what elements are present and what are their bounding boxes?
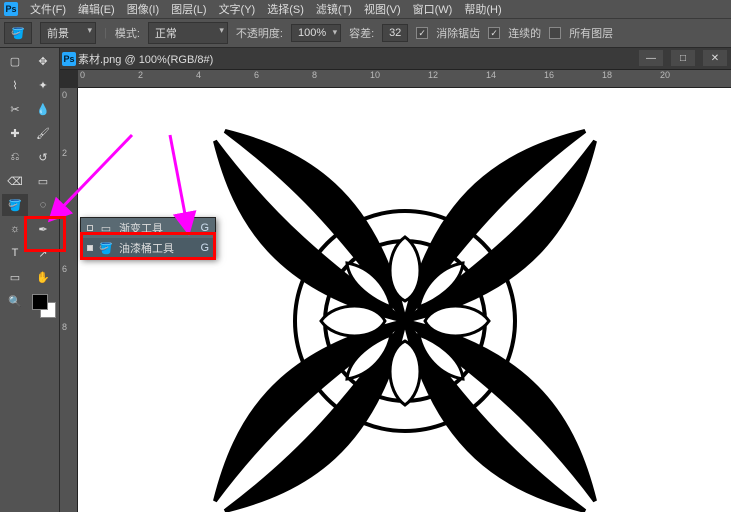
menu-window[interactable]: 窗口(W) <box>413 1 453 17</box>
lasso-tool[interactable]: ⌇ <box>2 74 28 96</box>
type-tool[interactable]: T <box>2 242 28 264</box>
ruler-vertical: 02468 <box>60 88 78 512</box>
flyout-paint-bucket-tool[interactable]: 🪣 油漆桶工具 G <box>81 238 215 258</box>
heal-tool[interactable]: ✚ <box>2 122 28 144</box>
menu-image[interactable]: 图像(I) <box>127 1 159 17</box>
tool-preset-picker[interactable]: 🪣 <box>4 22 32 44</box>
ruler-horizontal: 02468101214161820 <box>78 70 731 88</box>
menu-filter[interactable]: 滤镜(T) <box>316 1 352 17</box>
menu-bar: Ps 文件(F) 编辑(E) 图像(I) 图层(L) 文字(Y) 选择(S) 滤… <box>0 0 731 18</box>
pen-tool[interactable]: ✒ <box>30 218 56 240</box>
menu-file[interactable]: 文件(F) <box>30 1 66 17</box>
brush-tool[interactable]: 🖌 <box>30 122 56 144</box>
ps-logo: Ps <box>4 2 18 16</box>
eyedropper-tool[interactable]: 💧 <box>30 98 56 120</box>
bucket-icon: 🪣 <box>99 242 113 255</box>
all-layers-checkbox[interactable] <box>549 27 561 39</box>
maximize-button[interactable]: □ <box>671 50 695 66</box>
antialias-label: 消除锯齿 <box>436 25 480 41</box>
opacity-label: 不透明度: <box>236 25 283 41</box>
gradient-tool[interactable]: ▭ <box>30 170 56 192</box>
all-layers-label: 所有图层 <box>569 25 613 41</box>
marquee-tool[interactable]: ▢ <box>2 50 28 72</box>
history-brush-tool[interactable]: ↺ <box>30 146 56 168</box>
fill-source-dropdown[interactable]: 前景 <box>40 22 96 44</box>
hand-tool[interactable]: ✋ <box>30 266 56 288</box>
blend-mode-dropdown[interactable]: 正常 <box>148 22 228 44</box>
blur-tool[interactable]: ◌ <box>30 194 56 216</box>
ps-mini-icon: Ps <box>62 52 76 66</box>
paint-bucket-tool[interactable]: 🪣 <box>2 194 28 216</box>
contiguous-label: 连续的 <box>508 25 541 41</box>
document-tab[interactable]: 素材.png @ 100%(RGB/8#) <box>78 51 213 67</box>
move-tool[interactable]: ✥ <box>30 50 56 72</box>
shape-tool[interactable]: ▭ <box>2 266 28 288</box>
menu-edit[interactable]: 编辑(E) <box>78 1 115 17</box>
menu-view[interactable]: 视图(V) <box>364 1 401 17</box>
tool-panel: ▢ ✥ ⌇ ✦ ✂ 💧 ✚ 🖌 ⎌ ↺ ⌫ ▭ 🪣 ◌ ☼ ✒ T ↗ ▭ ✋ … <box>0 48 60 512</box>
menu-type[interactable]: 文字(Y) <box>219 1 256 17</box>
menu-layer[interactable]: 图层(L) <box>171 1 206 17</box>
path-tool[interactable]: ↗ <box>30 242 56 264</box>
options-bar: 🪣 前景 | 模式: 正常 不透明度: 100% 容差: 32 ✓ 消除锯齿 ✓… <box>0 18 731 48</box>
crop-tool[interactable]: ✂ <box>2 98 28 120</box>
tool-flyout-menu: ▭ 渐变工具 G 🪣 油漆桶工具 G <box>80 217 216 259</box>
menu-help[interactable]: 帮助(H) <box>464 1 501 17</box>
zoom-tool[interactable]: 🔍 <box>2 290 28 312</box>
canvas[interactable] <box>78 88 731 512</box>
opacity-field[interactable]: 100% <box>291 24 341 42</box>
antialias-checkbox[interactable]: ✓ <box>416 27 428 39</box>
wand-tool[interactable]: ✦ <box>30 74 56 96</box>
mode-label: 模式: <box>115 25 140 41</box>
tolerance-field[interactable]: 32 <box>382 24 408 42</box>
color-swatches[interactable] <box>30 294 56 318</box>
dodge-tool[interactable]: ☼ <box>2 218 28 240</box>
flyout-gradient-tool[interactable]: ▭ 渐变工具 G <box>81 218 215 238</box>
artwork-image <box>125 88 685 512</box>
tolerance-label: 容差: <box>349 25 374 41</box>
minimize-button[interactable]: — <box>639 50 663 66</box>
menu-select[interactable]: 选择(S) <box>267 1 304 17</box>
eraser-tool[interactable]: ⌫ <box>2 170 28 192</box>
stamp-tool[interactable]: ⎌ <box>2 146 28 168</box>
close-button[interactable]: ✕ <box>703 50 727 66</box>
gradient-icon: ▭ <box>99 222 113 235</box>
document-area: Ps 素材.png @ 100%(RGB/8#) — □ ✕ 024681012… <box>60 48 731 512</box>
bucket-icon: 🪣 <box>11 27 25 40</box>
contiguous-checkbox[interactable]: ✓ <box>488 27 500 39</box>
